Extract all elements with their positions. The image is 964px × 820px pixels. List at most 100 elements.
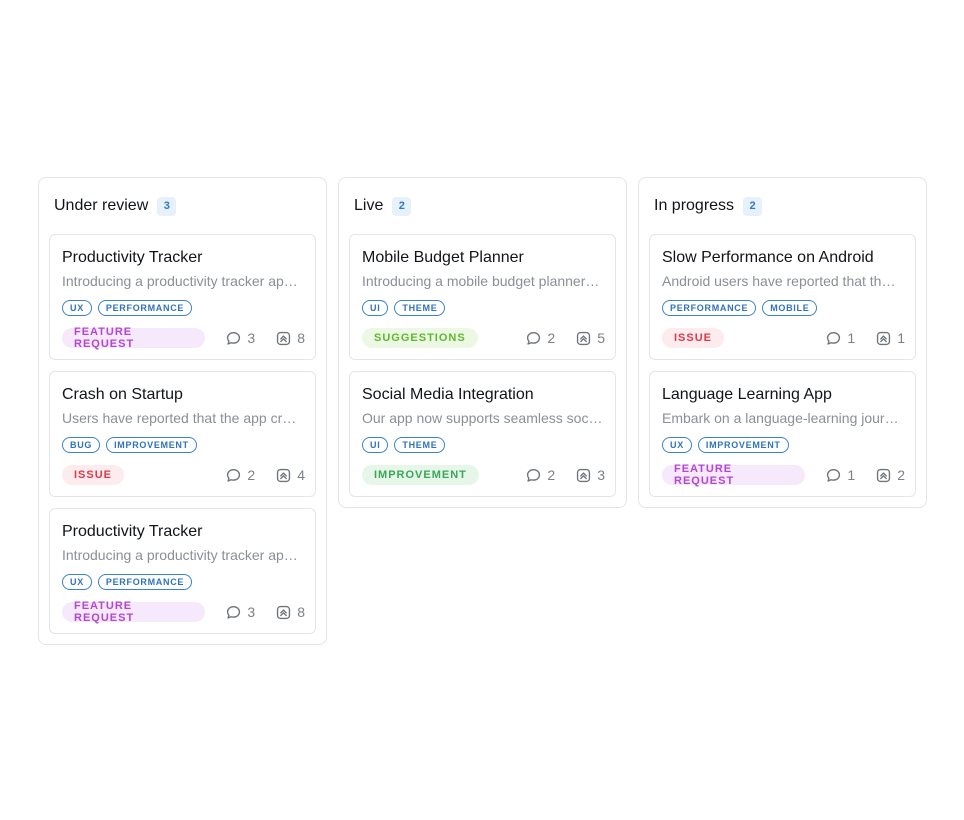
category-badge: FEATURE REQUEST bbox=[62, 600, 206, 624]
comments-value: 1 bbox=[847, 467, 856, 483]
card-description: Introducing a productivity tracker app t… bbox=[62, 547, 303, 563]
tag-chip[interactable]: PERFORMANCE bbox=[662, 300, 757, 316]
comments-count[interactable]: 3 bbox=[225, 330, 255, 347]
tag-chip[interactable]: MOBILE bbox=[762, 300, 818, 316]
votes-count[interactable]: 1 bbox=[875, 330, 905, 347]
comment-icon bbox=[527, 331, 541, 345]
comments-count[interactable]: 2 bbox=[525, 467, 555, 484]
votes-count[interactable]: 4 bbox=[275, 467, 305, 484]
card-description: Our app now supports seamless social med… bbox=[362, 410, 603, 426]
board-column: In progress 2 Slow Performance on Androi… bbox=[638, 177, 927, 508]
votes-value: 2 bbox=[897, 467, 905, 483]
card-title: Crash on Startup bbox=[62, 386, 183, 403]
card-tags: UI THEME bbox=[362, 437, 603, 453]
card-description: Introducing a mobile budget planner to h… bbox=[362, 273, 603, 289]
upvote-icon bbox=[877, 468, 891, 482]
comment-icon bbox=[227, 605, 241, 619]
upvote-icon bbox=[277, 468, 291, 482]
card-footer: FEATURE REQUEST 3 8 bbox=[62, 600, 305, 624]
feedback-card[interactable]: Slow Performance on Android Android user… bbox=[649, 234, 916, 360]
tag-chip[interactable]: UX bbox=[62, 574, 92, 590]
card-title: Productivity Tracker bbox=[62, 523, 203, 540]
tag-chip[interactable]: PERFORMANCE bbox=[97, 574, 193, 590]
votes-count[interactable]: 8 bbox=[275, 604, 305, 621]
votes-value: 8 bbox=[297, 330, 305, 346]
card-list: Mobile Budget Planner Introducing a mobi… bbox=[349, 234, 616, 497]
card-tags: UI THEME bbox=[362, 300, 603, 316]
card-footer: SUGGESTIONS 2 5 bbox=[362, 327, 605, 349]
card-title: Social Media Integration bbox=[362, 386, 534, 403]
comment-icon bbox=[827, 468, 841, 482]
feedback-card[interactable]: Productivity Tracker Introducing a produ… bbox=[49, 234, 316, 360]
tag-chip[interactable]: UI bbox=[362, 300, 389, 316]
tag-chip[interactable]: THEME bbox=[394, 300, 446, 316]
card-list: Productivity Tracker Introducing a produ… bbox=[49, 234, 316, 634]
comments-count[interactable]: 1 bbox=[825, 467, 855, 484]
comments-count[interactable]: 2 bbox=[525, 330, 555, 347]
comment-icon bbox=[227, 468, 241, 482]
column-count-badge: 2 bbox=[392, 196, 412, 216]
column-header: Live 2 bbox=[349, 178, 616, 234]
category-badge: IMPROVEMENT bbox=[362, 465, 479, 485]
upvote-icon bbox=[277, 605, 291, 619]
comments-value: 2 bbox=[547, 330, 556, 346]
tag-chip[interactable]: UX bbox=[62, 300, 92, 316]
card-list: Slow Performance on Android Android user… bbox=[649, 234, 916, 497]
board-column: Live 2 Mobile Budget Planner Introducing… bbox=[338, 177, 627, 508]
votes-value: 1 bbox=[897, 330, 905, 346]
card-description: Embark on a language-learning journey wi… bbox=[662, 410, 903, 426]
card-title: Language Learning App bbox=[662, 386, 832, 403]
tag-chip[interactable]: UX bbox=[662, 437, 692, 453]
comments-count[interactable]: 3 bbox=[225, 604, 255, 621]
upvote-icon bbox=[577, 331, 591, 345]
votes-value: 8 bbox=[297, 604, 305, 620]
comments-count[interactable]: 2 bbox=[225, 467, 255, 484]
upvote-icon bbox=[877, 331, 891, 345]
card-title: Productivity Tracker bbox=[62, 249, 203, 266]
votes-value: 4 bbox=[297, 467, 305, 483]
column-count-badge: 3 bbox=[157, 196, 177, 216]
column-header: In progress 2 bbox=[649, 178, 916, 234]
card-footer: IMPROVEMENT 2 3 bbox=[362, 464, 605, 486]
card-description: Android users have reported that the app… bbox=[662, 273, 903, 289]
votes-count[interactable]: 8 bbox=[275, 330, 305, 347]
upvote-icon bbox=[277, 331, 291, 345]
feedback-card[interactable]: Crash on Startup Users have reported tha… bbox=[49, 371, 316, 497]
column-title: Under review bbox=[54, 197, 149, 214]
kanban-board: Under review 3 Productivity Tracker Intr… bbox=[38, 177, 927, 645]
category-badge: SUGGESTIONS bbox=[362, 328, 478, 348]
votes-count[interactable]: 3 bbox=[575, 467, 605, 484]
card-description: Users have reported that the app crashes… bbox=[62, 410, 303, 426]
card-tags: UX IMPROVEMENT bbox=[662, 437, 903, 453]
card-tags: BUG IMPROVEMENT bbox=[62, 437, 303, 453]
tag-chip[interactable]: IMPROVEMENT bbox=[697, 437, 789, 453]
tag-chip[interactable]: IMPROVEMENT bbox=[106, 437, 197, 453]
card-footer: FEATURE REQUEST 3 8 bbox=[62, 326, 305, 350]
tag-chip[interactable]: BUG bbox=[62, 437, 101, 453]
card-description: Introducing a productivity tracker app t… bbox=[62, 273, 303, 289]
card-tags: UX PERFORMANCE bbox=[62, 574, 303, 590]
votes-count[interactable]: 2 bbox=[875, 467, 905, 484]
tag-chip[interactable]: UI bbox=[362, 437, 389, 453]
feedback-card[interactable]: Productivity Tracker Introducing a produ… bbox=[49, 508, 316, 634]
card-tags: PERFORMANCE MOBILE bbox=[662, 300, 903, 316]
votes-value: 5 bbox=[597, 330, 605, 346]
category-badge: FEATURE REQUEST bbox=[662, 463, 806, 487]
column-title: In progress bbox=[654, 197, 735, 214]
comment-icon bbox=[527, 468, 541, 482]
card-title: Mobile Budget Planner bbox=[362, 249, 524, 266]
votes-count[interactable]: 5 bbox=[575, 330, 605, 347]
feedback-card[interactable]: Mobile Budget Planner Introducing a mobi… bbox=[349, 234, 616, 360]
tag-chip[interactable]: THEME bbox=[394, 437, 446, 453]
card-title: Slow Performance on Android bbox=[662, 249, 874, 266]
comments-count[interactable]: 1 bbox=[825, 330, 855, 347]
column-header: Under review 3 bbox=[49, 178, 316, 234]
board-column: Under review 3 Productivity Tracker Intr… bbox=[38, 177, 327, 645]
upvote-icon bbox=[577, 468, 591, 482]
tag-chip[interactable]: PERFORMANCE bbox=[97, 300, 193, 316]
feedback-card[interactable]: Language Learning App Embark on a langua… bbox=[649, 371, 916, 497]
card-footer: FEATURE REQUEST 1 2 bbox=[662, 463, 905, 487]
category-badge: ISSUE bbox=[662, 328, 725, 348]
comments-value: 2 bbox=[247, 467, 256, 483]
feedback-card[interactable]: Social Media Integration Our app now sup… bbox=[349, 371, 616, 497]
